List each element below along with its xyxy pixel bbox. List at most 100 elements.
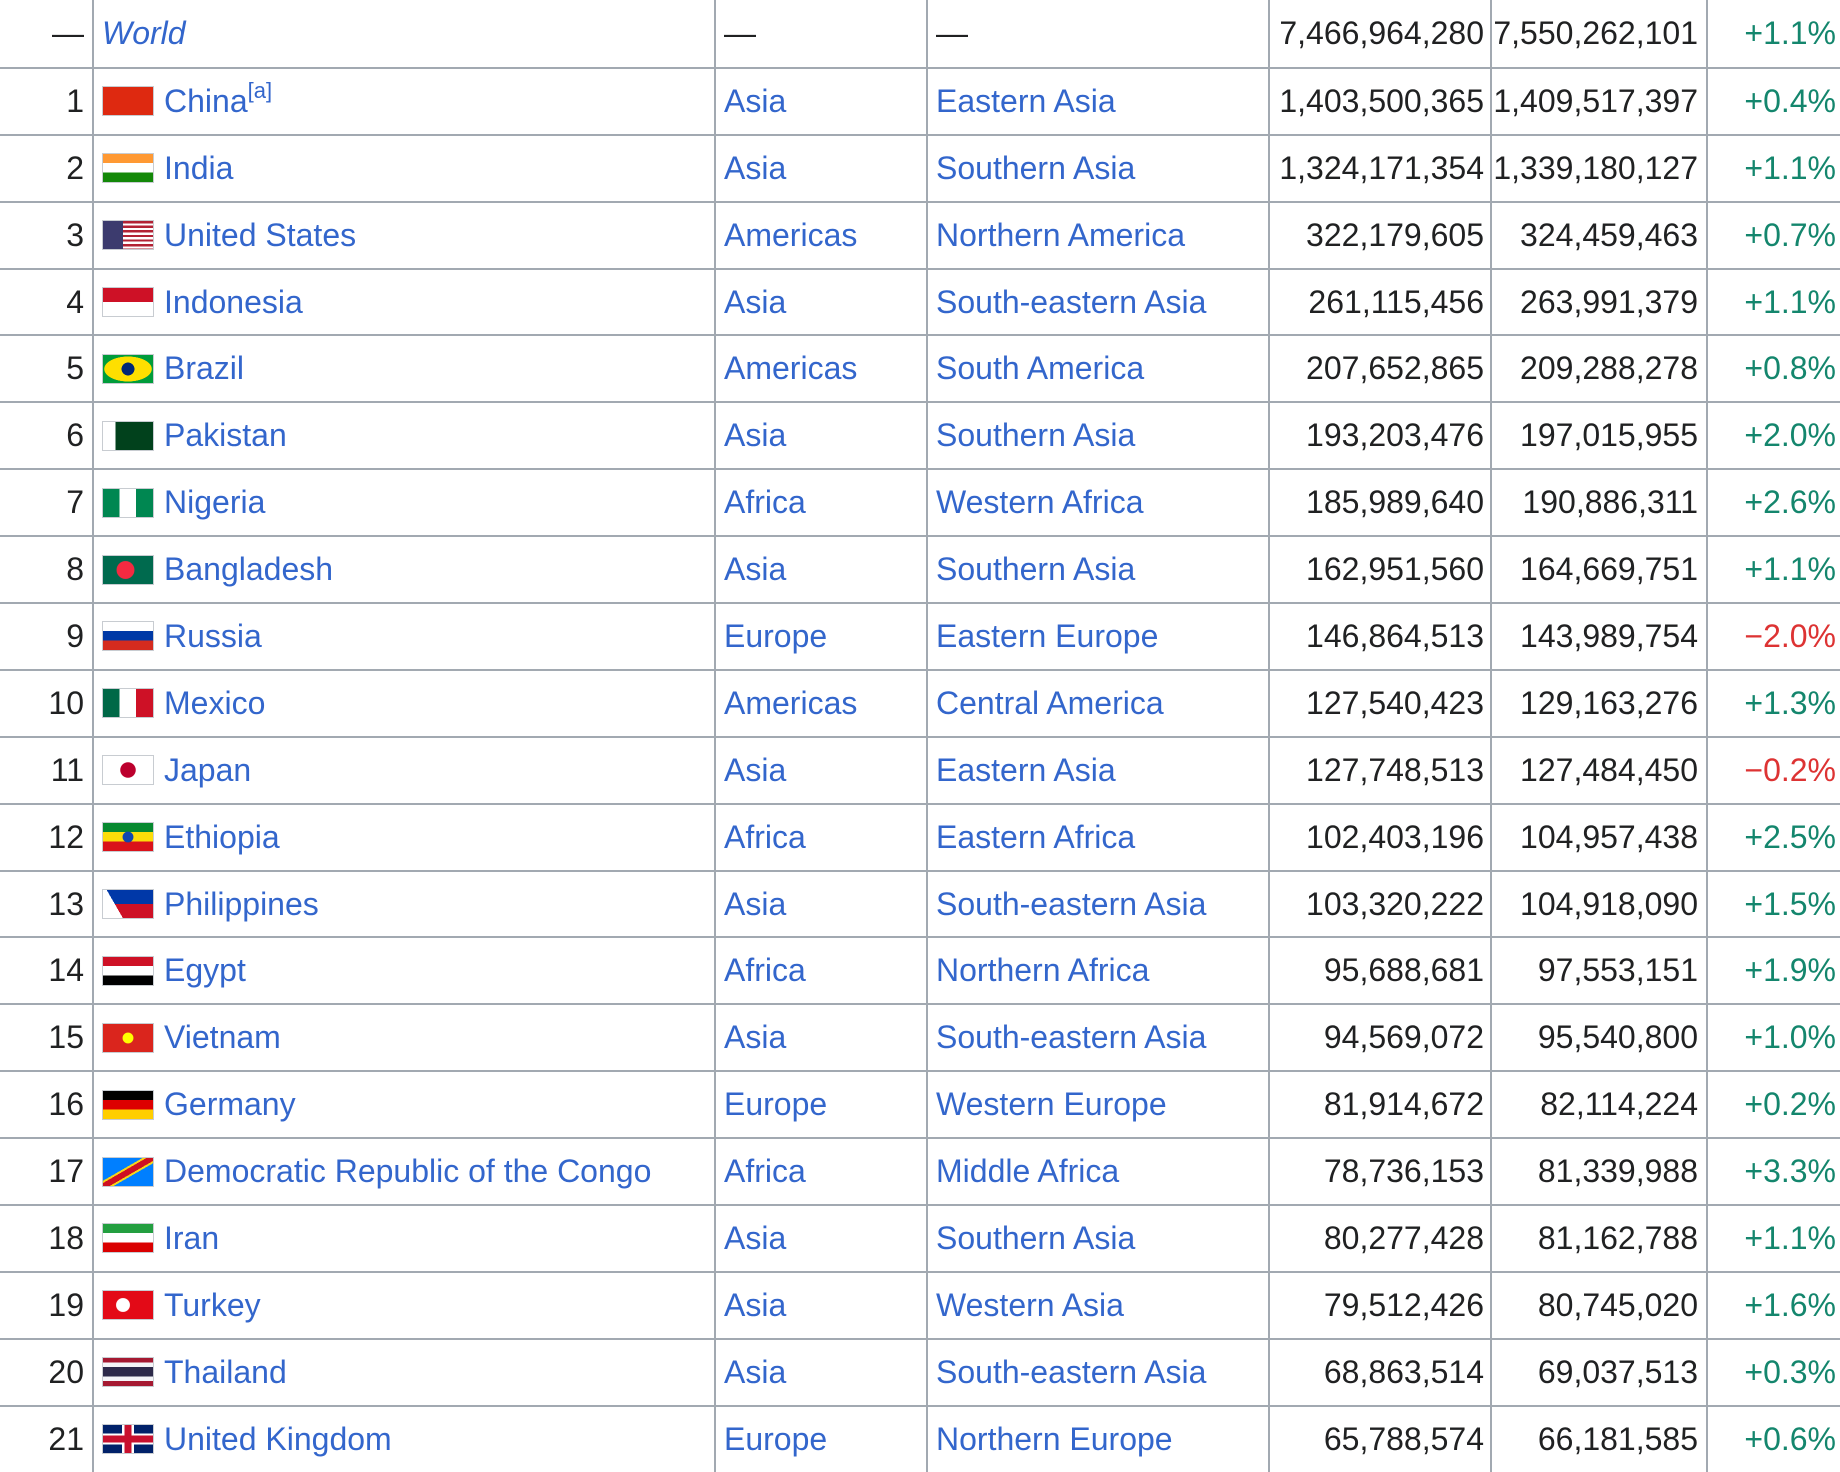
country-link[interactable]: World [102, 15, 186, 52]
region-link[interactable]: Africa [724, 819, 806, 856]
country-link[interactable]: Nigeria [164, 484, 265, 521]
country-link[interactable]: India [164, 150, 233, 187]
subregion-link[interactable]: Southern Asia [936, 150, 1135, 187]
country-link[interactable]: Iran [164, 1220, 219, 1257]
country-flag-icon [102, 86, 154, 117]
population-2017-cell: 143,989,754 [1490, 604, 1706, 669]
subregion-link[interactable]: South America [936, 350, 1144, 387]
subregion-link[interactable]: Western Europe [936, 1086, 1167, 1123]
region-cell: Africa [714, 470, 926, 536]
region-cell: Americas [714, 336, 926, 402]
region-link[interactable]: Asia [724, 83, 786, 120]
subregion-link[interactable]: South-eastern Asia [936, 1019, 1206, 1056]
change-cell: +0.2% [1706, 1072, 1840, 1138]
region-link[interactable]: Asia [724, 150, 786, 187]
country-flag-icon [102, 153, 154, 184]
region-link[interactable]: Americas [724, 350, 857, 387]
subregion-link[interactable]: Southern Asia [936, 417, 1135, 454]
country-flag-icon [102, 822, 154, 853]
country-cell: Vietnam [92, 1005, 714, 1071]
country-link[interactable]: Indonesia [164, 284, 303, 321]
rank-cell: 9 [66, 617, 84, 654]
country-link[interactable]: Vietnam [164, 1019, 281, 1056]
country-flag-icon [102, 420, 154, 451]
region-link[interactable]: Asia [724, 1287, 786, 1324]
population-2017-cell: 81,339,988 [1490, 1139, 1706, 1205]
table-row: 18 Iran Asia Southern Asia 80,277,428 81,162,… [0, 1204, 1840, 1271]
country-flag-icon [102, 1022, 154, 1053]
region-link[interactable]: Asia [724, 752, 786, 789]
population-2016-cell: 79,512,426 [1268, 1272, 1490, 1338]
region-link[interactable]: Asia [724, 551, 786, 588]
region-link[interactable]: Africa [724, 1153, 806, 1190]
subregion-link[interactable]: Eastern Africa [936, 819, 1135, 856]
country-link[interactable]: Japan [164, 752, 251, 789]
region-link[interactable]: Asia [724, 1354, 786, 1391]
country-link[interactable]: Bangladesh [164, 551, 333, 588]
country-link[interactable]: Germany [164, 1086, 296, 1123]
subregion-link[interactable]: Northern Europe [936, 1421, 1173, 1458]
country-cell: Pakistan [92, 403, 714, 469]
population-2017-cell: 82,114,224 [1490, 1072, 1706, 1138]
country-link[interactable]: Philippines [164, 886, 319, 923]
subregion-link[interactable]: Eastern Asia [936, 83, 1116, 120]
country-link[interactable]: Turkey [164, 1287, 261, 1324]
region-link[interactable]: Africa [724, 952, 806, 989]
country-link[interactable]: Russia [164, 618, 262, 655]
subregion-link[interactable]: Eastern Europe [936, 618, 1158, 655]
region-link[interactable]: Americas [724, 217, 857, 254]
population-2016-cell: 193,203,476 [1268, 403, 1490, 469]
subregion-cell: South-eastern Asia [926, 269, 1268, 335]
population-2016-cell: 78,736,153 [1268, 1139, 1490, 1205]
subregion-link[interactable]: Northern Africa [936, 952, 1149, 989]
country-link[interactable]: Egypt [164, 952, 246, 989]
region-cell: — [714, 0, 926, 67]
subregion-text: — [936, 14, 968, 51]
region-link[interactable]: Asia [724, 1019, 786, 1056]
subregion-link[interactable]: Northern America [936, 217, 1185, 254]
population-2016-cell: 95,688,681 [1268, 938, 1490, 1004]
subregion-link[interactable]: South-eastern Asia [936, 886, 1206, 923]
country-link[interactable]: Thailand [164, 1354, 287, 1391]
population-2017-cell: 324,459,463 [1490, 202, 1706, 268]
subregion-link[interactable]: Southern Asia [936, 1220, 1135, 1257]
footnote-link[interactable]: [a] [248, 78, 272, 104]
country-link[interactable]: Pakistan [164, 417, 287, 454]
region-link[interactable]: Americas [724, 685, 857, 722]
country-cell: Democratic Republic of the Congo [92, 1139, 714, 1205]
subregion-link[interactable]: Southern Asia [936, 551, 1135, 588]
region-link[interactable]: Africa [724, 484, 806, 521]
region-cell: Europe [714, 604, 926, 669]
subregion-link[interactable]: South-eastern Asia [936, 1354, 1206, 1391]
region-link[interactable]: Europe [724, 618, 827, 655]
country-link[interactable]: Democratic Republic of the Congo [164, 1153, 651, 1190]
subregion-link[interactable]: Central America [936, 685, 1164, 722]
table-row: 6 Pakistan Asia Southern Asia 193,203,476 197… [0, 401, 1840, 469]
subregion-link[interactable]: Western Africa [936, 484, 1143, 521]
country-link[interactable]: United Kingdom [164, 1421, 392, 1458]
population-2016-cell: 162,951,560 [1268, 537, 1490, 603]
country-link[interactable]: United States [164, 217, 356, 254]
region-link[interactable]: Asia [724, 417, 786, 454]
region-link[interactable]: Europe [724, 1086, 827, 1123]
subregion-link[interactable]: Middle Africa [936, 1153, 1119, 1190]
population-2017-cell: 95,540,800 [1490, 1005, 1706, 1071]
population-2017-cell: 129,163,276 [1490, 670, 1706, 736]
region-link[interactable]: Europe [724, 1421, 827, 1458]
country-cell: Russia [92, 604, 714, 669]
subregion-link[interactable]: Western Asia [936, 1287, 1124, 1324]
region-link[interactable]: Asia [724, 284, 786, 321]
country-link[interactable]: China [164, 83, 248, 120]
country-link[interactable]: Mexico [164, 685, 265, 722]
country-link[interactable]: Ethiopia [164, 819, 280, 856]
subregion-link[interactable]: Eastern Asia [936, 752, 1116, 789]
subregion-link[interactable]: South-eastern Asia [936, 284, 1206, 321]
subregion-cell: South-eastern Asia [926, 1339, 1268, 1405]
country-cell: Nigeria [92, 470, 714, 536]
region-link[interactable]: Asia [724, 886, 786, 923]
rank-cell: 20 [48, 1353, 84, 1390]
country-link[interactable]: Brazil [164, 350, 244, 387]
population-2016-cell: 81,914,672 [1268, 1072, 1490, 1138]
region-link[interactable]: Asia [724, 1220, 786, 1257]
change-cell: −2.0% [1706, 604, 1840, 669]
